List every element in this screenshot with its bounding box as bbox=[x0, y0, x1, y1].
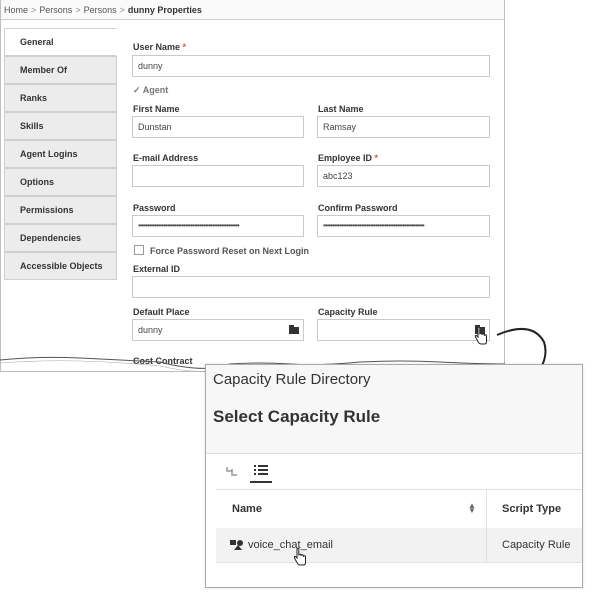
external-id-input[interactable] bbox=[132, 276, 490, 298]
password-label: Password bbox=[133, 203, 176, 213]
tab-agent-logins[interactable]: Agent Logins bbox=[4, 140, 117, 168]
table-row[interactable]: voice_chat_email Capacity Rule bbox=[216, 528, 582, 563]
tab-permissions[interactable]: Permissions bbox=[4, 196, 117, 224]
person-properties-window: Home > Persons > Persons > dunny Properties Ge… bbox=[0, 0, 505, 372]
column-header-script-type[interactable]: Script Type bbox=[502, 490, 561, 528]
checkbox-box bbox=[134, 245, 144, 255]
tab-dependencies[interactable]: Dependencies bbox=[4, 224, 117, 252]
hand-cursor-icon bbox=[293, 548, 306, 566]
last-name-input[interactable]: Ramsay bbox=[317, 116, 490, 138]
force-password-reset-checkbox[interactable]: Force Password Reset on Next Login bbox=[134, 245, 309, 256]
required-mark: * bbox=[182, 42, 187, 52]
row-name[interactable]: voice_chat_email bbox=[248, 528, 333, 562]
email-label: E-mail Address bbox=[133, 153, 199, 163]
capacity-rule-directory-window: Capacity Rule Directory Select Capacity … bbox=[205, 364, 583, 588]
last-name-label: Last Name bbox=[318, 104, 364, 114]
active-view-underline bbox=[250, 481, 272, 483]
breadcrumb-home[interactable]: Home bbox=[4, 5, 28, 15]
row-script-type: Capacity Rule bbox=[502, 539, 571, 551]
external-id-label: External ID bbox=[133, 264, 181, 274]
tab-ranks[interactable]: Ranks bbox=[4, 84, 117, 112]
required-mark: * bbox=[374, 153, 379, 163]
confirm-password-label: Confirm Password bbox=[318, 203, 398, 213]
view-toolbar bbox=[206, 454, 582, 489]
default-place-label: Default Place bbox=[133, 307, 190, 317]
breadcrumb-separator: > bbox=[75, 5, 81, 15]
tab-member-of[interactable]: Member Of bbox=[4, 56, 117, 84]
capacity-rule-input[interactable] bbox=[317, 319, 490, 341]
tab-accessible-objects[interactable]: Accessible Objects bbox=[4, 252, 117, 280]
agent-label: Agent bbox=[142, 85, 169, 95]
employee-id-label-text: Employee ID bbox=[318, 153, 373, 163]
sort-icon[interactable]: ▲ ▼ bbox=[468, 502, 476, 515]
password-input[interactable]: ••••••••••••••••••••••••••••••••••••••••… bbox=[132, 215, 304, 237]
directory-header: Capacity Rule Directory Select Capacity … bbox=[206, 365, 582, 454]
list-icon[interactable] bbox=[254, 464, 268, 476]
capacity-rule-label: Capacity Rule bbox=[318, 307, 378, 317]
user-name-label-text: User Name bbox=[133, 42, 181, 52]
employee-id-input[interactable]: abc123 bbox=[317, 165, 490, 187]
column-header-name[interactable]: Name bbox=[232, 490, 262, 528]
breadcrumb-separator: > bbox=[31, 5, 37, 15]
hierarchy-icon[interactable] bbox=[226, 466, 238, 476]
column-divider bbox=[486, 528, 487, 562]
user-name-label: User Name * bbox=[133, 42, 186, 52]
breadcrumb: Home > Persons > Persons > dunny Properties bbox=[1, 0, 504, 20]
folder-icon[interactable] bbox=[289, 325, 299, 334]
force-password-reset-label: Force Password Reset on Next Login bbox=[150, 246, 310, 256]
employee-id-label: Employee ID * bbox=[318, 153, 378, 163]
default-place-input[interactable]: dunny bbox=[132, 319, 304, 341]
email-input[interactable] bbox=[132, 165, 304, 187]
user-name-input[interactable]: dunny bbox=[132, 55, 490, 77]
directory-title: Capacity Rule Directory bbox=[213, 371, 371, 388]
tab-general[interactable]: General bbox=[4, 28, 117, 56]
column-divider bbox=[486, 490, 487, 528]
breadcrumb-persons[interactable]: Persons bbox=[39, 5, 72, 15]
capacity-rule-icon bbox=[230, 540, 243, 550]
first-name-input[interactable]: Dunstan bbox=[132, 116, 304, 138]
tab-options[interactable]: Options bbox=[4, 168, 117, 196]
breadcrumb-persons-folder[interactable]: Persons bbox=[84, 5, 117, 15]
directory-heading: Select Capacity Rule bbox=[213, 407, 381, 426]
tab-skills[interactable]: Skills bbox=[4, 112, 117, 140]
table-header: Name ▲ ▼ Script Type bbox=[216, 489, 582, 529]
confirm-password-input[interactable]: ••••••••••••••••••••••••••••••••••••••••… bbox=[317, 215, 490, 237]
check-icon: ✓ bbox=[133, 85, 141, 95]
first-name-label: First Name bbox=[133, 104, 180, 114]
breadcrumb-separator: > bbox=[119, 5, 125, 15]
breadcrumb-current: dunny Properties bbox=[127, 5, 202, 15]
agent-checkbox[interactable]: ✓ Agent bbox=[133, 85, 168, 96]
